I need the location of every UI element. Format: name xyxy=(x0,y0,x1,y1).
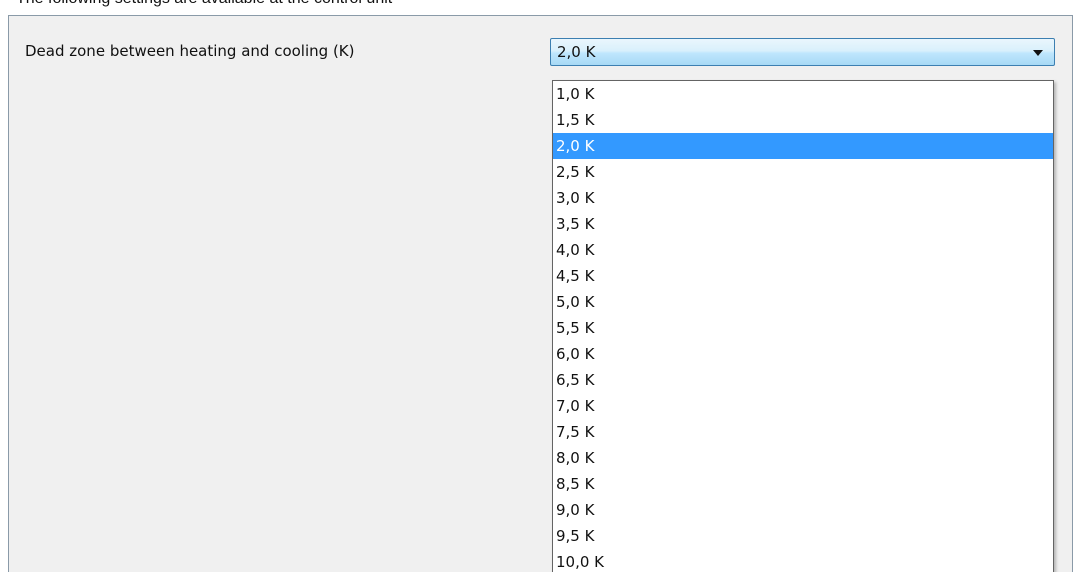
dropdown-option[interactable]: 7,0 K xyxy=(553,393,1053,419)
dropdown-option-selected[interactable]: 2,0 K xyxy=(553,133,1053,159)
dropdown-option[interactable]: 9,0 K xyxy=(553,497,1053,523)
dropdown-selected-value: 2,0 K xyxy=(557,43,596,61)
dropdown-option[interactable]: 6,0 K xyxy=(553,341,1053,367)
dropdown-option[interactable]: 1,0 K xyxy=(553,81,1053,107)
dead-zone-dropdown[interactable]: 2,0 K xyxy=(550,38,1055,66)
dropdown-option[interactable]: 1,5 K xyxy=(553,107,1053,133)
dropdown-option[interactable]: 8,0 K xyxy=(553,445,1053,471)
dropdown-option[interactable]: 7,5 K xyxy=(553,419,1053,445)
dropdown-options-list[interactable]: 1,0 K 1,5 K 2,0 K 2,5 K 3,0 K 3,5 K 4,0 … xyxy=(552,80,1054,572)
dropdown-option[interactable]: 4,5 K xyxy=(553,263,1053,289)
dead-zone-label: Dead zone between heating and cooling (K… xyxy=(25,42,355,60)
dropdown-option[interactable]: 8,5 K xyxy=(553,471,1053,497)
dropdown-option[interactable]: 5,5 K xyxy=(553,315,1053,341)
dropdown-option[interactable]: 5,0 K xyxy=(553,289,1053,315)
dropdown-option[interactable]: 3,0 K xyxy=(553,185,1053,211)
dropdown-option[interactable]: 6,5 K xyxy=(553,367,1053,393)
dropdown-option[interactable]: 4,0 K xyxy=(553,237,1053,263)
settings-page: The following settings are available at … xyxy=(0,0,1075,572)
dropdown-option[interactable]: 9,5 K xyxy=(553,523,1053,549)
chevron-down-icon[interactable] xyxy=(1033,50,1043,56)
top-caption: The following settings are available at … xyxy=(16,0,392,9)
dropdown-option[interactable]: 3,5 K xyxy=(553,211,1053,237)
dropdown-option[interactable]: 2,5 K xyxy=(553,159,1053,185)
dropdown-option[interactable]: 10,0 K xyxy=(553,549,1053,572)
